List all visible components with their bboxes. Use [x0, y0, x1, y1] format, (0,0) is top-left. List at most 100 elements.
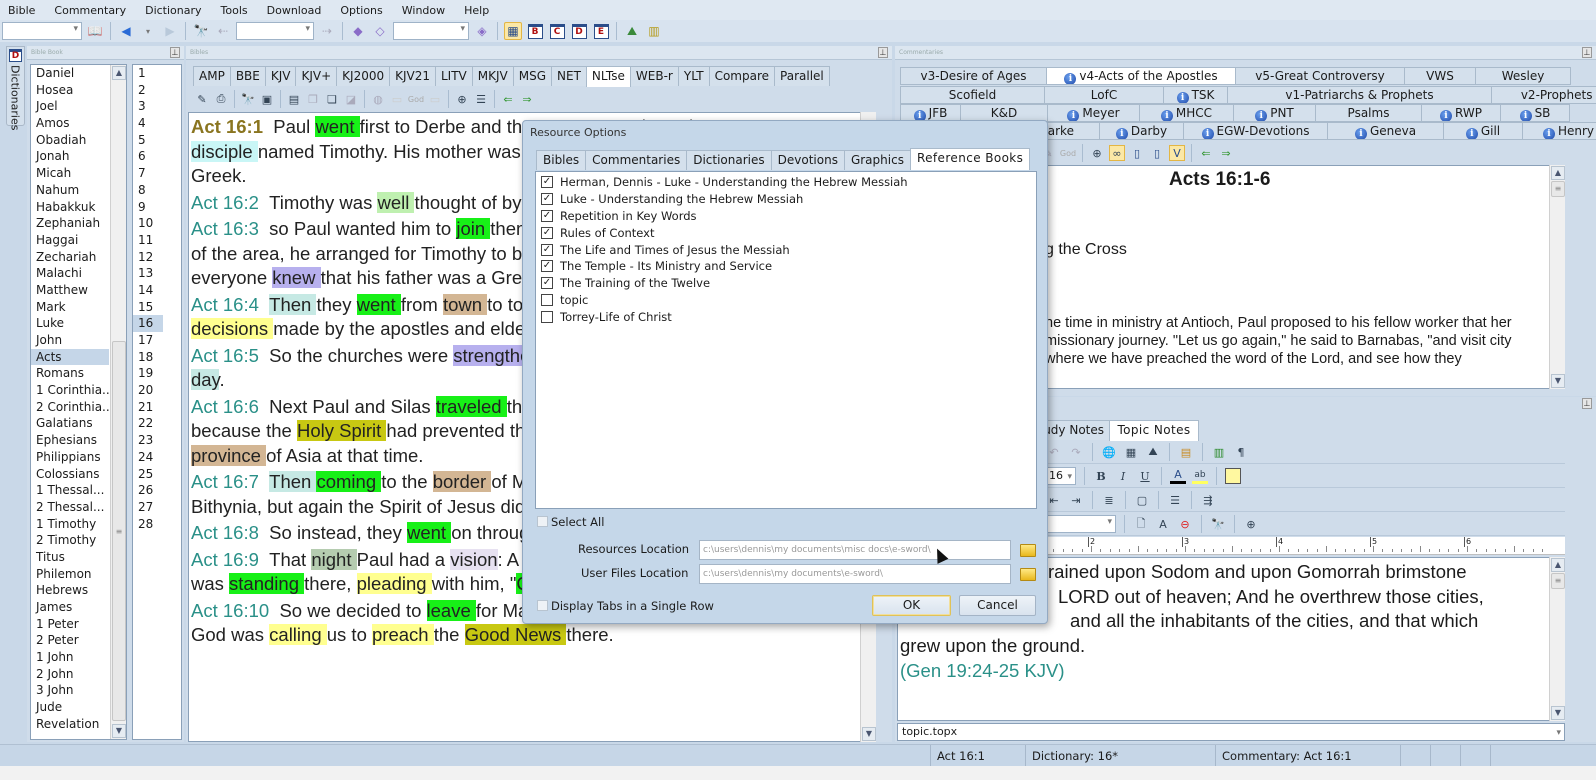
search-combo[interactable]: [236, 22, 314, 40]
indent-icon[interactable]: ⇥: [1068, 492, 1084, 508]
checkbox[interactable]: [541, 293, 553, 306]
commentary-scrollbar[interactable]: ▲ ≡ ▼: [1549, 165, 1565, 389]
reference-book-item[interactable]: ✓ Herman, Dennis - Luke - Understanding t…: [536, 174, 1036, 191]
dictionary-back-icon[interactable]: ◇: [371, 22, 389, 40]
blank2-icon[interactable]: ▭: [427, 91, 443, 107]
book-list-item[interactable]: Galatians: [31, 415, 109, 432]
clipboard-icon[interactable]: ▤: [1178, 444, 1194, 460]
resources-folder-icon[interactable]: [1020, 544, 1036, 557]
graphics-icon[interactable]: ⛰: [623, 22, 641, 40]
commentary-tab[interactable]: i Henry: [1522, 122, 1596, 140]
book-list-item[interactable]: Mark: [31, 299, 109, 316]
editor-pane-icon[interactable]: E: [592, 22, 610, 40]
tab-web-r[interactable]: WEB-r: [629, 66, 679, 86]
commentary-tab[interactable]: i Gill: [1443, 122, 1523, 140]
font-size-combo[interactable]: 16: [1046, 467, 1076, 485]
verse-reference[interactable]: Act 16:8: [191, 522, 259, 543]
verse-reference[interactable]: Act 16:5: [191, 345, 259, 366]
verse-reference[interactable]: Act 16:10: [191, 600, 269, 621]
tab-compare[interactable]: Compare: [708, 66, 776, 86]
sync-back-icon[interactable]: ⇐: [500, 91, 516, 107]
font-color-icon[interactable]: A: [1170, 468, 1186, 484]
font-icon[interactable]: A: [1155, 516, 1171, 532]
reference-book-item[interactable]: Torrey-Life of Christ: [536, 308, 1036, 325]
edit-icon[interactable]: ✎: [194, 91, 210, 107]
page-icon[interactable]: ▥: [1211, 444, 1227, 460]
commentary-tab[interactable]: v3-Desire of Ages: [900, 67, 1047, 85]
back-dropdown-icon[interactable]: ▾: [139, 22, 157, 40]
print-icon[interactable]: ⎙: [213, 91, 229, 107]
book-list-item[interactable]: Haggai: [31, 232, 109, 249]
delete-icon[interactable]: ⊖: [1177, 516, 1193, 532]
chapter-list-item[interactable]: 19: [133, 365, 163, 382]
scroll-thumb[interactable]: ≡: [1551, 573, 1565, 589]
sync-back-icon[interactable]: ⇐: [1198, 145, 1214, 161]
search-icon[interactable]: 🔭: [1210, 516, 1226, 532]
search-prev-icon[interactable]: ⇠: [214, 22, 232, 40]
book-list-item[interactable]: Obadiah: [31, 132, 109, 149]
chapter-list-item[interactable]: 20: [133, 382, 163, 399]
book-list-item[interactable]: Micah: [31, 165, 109, 182]
book-list-item[interactable]: 1 Thessal...: [31, 482, 109, 499]
copy-icon[interactable]: ❐: [305, 91, 321, 107]
scroll-down-icon[interactable]: ▼: [112, 724, 126, 738]
scroll-down-icon[interactable]: ▼: [1551, 706, 1565, 720]
underline-icon[interactable]: U: [1137, 468, 1153, 484]
scroll-thumb[interactable]: ≡: [112, 341, 126, 721]
chapter-list-item[interactable]: 9: [133, 199, 163, 216]
scroll-down-icon[interactable]: ▼: [1551, 374, 1565, 388]
back-arrow-icon[interactable]: ◀: [117, 22, 135, 40]
chapter-list-item[interactable]: 26: [133, 482, 163, 499]
book-list-item[interactable]: 3 John: [31, 682, 109, 699]
book-list-item[interactable]: 1 Timothy: [31, 516, 109, 533]
commentary-tab[interactable]: i Geneva: [1327, 122, 1444, 140]
book-list-item[interactable]: Malachi: [31, 265, 109, 282]
pin-icon[interactable]: ⊥: [170, 47, 180, 58]
book-list-item[interactable]: Zechariah: [31, 249, 109, 266]
reference-book-item[interactable]: ✓ The Life and Times of Jesus the Messiah: [536, 241, 1036, 258]
outdent-icon[interactable]: ⇤: [1046, 492, 1062, 508]
book-list-item[interactable]: Colossians: [31, 466, 109, 483]
commentary-tab[interactable]: i v4-Acts of the Apostles: [1046, 67, 1236, 85]
notes-tab[interactable]: Study Notes: [1040, 420, 1110, 440]
book-list-item[interactable]: Philemon: [31, 566, 109, 583]
checkbox[interactable]: ✓: [541, 226, 553, 239]
chapter-list-item[interactable]: 27: [133, 499, 163, 516]
chapter-list-item[interactable]: 4: [133, 115, 163, 132]
sync-forward-icon[interactable]: ⇒: [1218, 145, 1234, 161]
commentary-tab[interactable]: Psalms: [1315, 104, 1422, 122]
book-list-item[interactable]: John: [31, 332, 109, 349]
chapter-list-item[interactable]: 11: [133, 232, 163, 249]
commentary-tab[interactable]: v1-Patriarchs & Prophets: [1227, 86, 1492, 104]
topic-file-combo[interactable]: topic.topx: [897, 723, 1565, 741]
dialog-tab-graphics[interactable]: Graphics: [843, 150, 911, 170]
book-list-item[interactable]: James: [31, 599, 109, 616]
tab-msg[interactable]: MSG: [512, 66, 553, 86]
image-icon[interactable]: ⛰: [1145, 444, 1161, 460]
layout-icon[interactable]: ▦: [504, 22, 522, 40]
chapter-list-item[interactable]: 16: [133, 315, 163, 332]
dictionary-combo[interactable]: [393, 22, 469, 40]
book-list-item[interactable]: Jude: [31, 699, 109, 716]
layout-split-icon[interactable]: ☰: [473, 91, 489, 107]
book-list-item[interactable]: Revelation: [31, 716, 109, 733]
book-list-item[interactable]: Jonah: [31, 148, 109, 165]
book-list-item[interactable]: Daniel: [31, 65, 109, 82]
reference-book-item[interactable]: ✓ Rules of Context: [536, 224, 1036, 241]
god-icon[interactable]: God: [1060, 145, 1076, 161]
document-icon[interactable]: ▤: [286, 91, 302, 107]
search-icon[interactable]: 🔭: [240, 91, 256, 107]
chapter-list-item[interactable]: 10: [133, 215, 163, 232]
tab-nltse[interactable]: NLTse: [585, 66, 631, 87]
book-list-item[interactable]: Habakkuk: [31, 199, 109, 216]
commentary-tab[interactable]: i PNT: [1233, 104, 1316, 122]
dictionary-book-icon[interactable]: ◆: [349, 22, 367, 40]
chapter-list-item[interactable]: 23: [133, 432, 163, 449]
book-list-item[interactable]: 1 John: [31, 649, 109, 666]
checkbox[interactable]: ✓: [541, 193, 553, 206]
chapter-list-item[interactable]: 12: [133, 249, 163, 266]
reference-library-icon[interactable]: ▥: [645, 22, 663, 40]
verse-reference[interactable]: Act 16:9: [191, 549, 259, 570]
verse-reference[interactable]: Act 16:2: [191, 192, 259, 213]
list-icon[interactable]: ☰: [1167, 492, 1183, 508]
